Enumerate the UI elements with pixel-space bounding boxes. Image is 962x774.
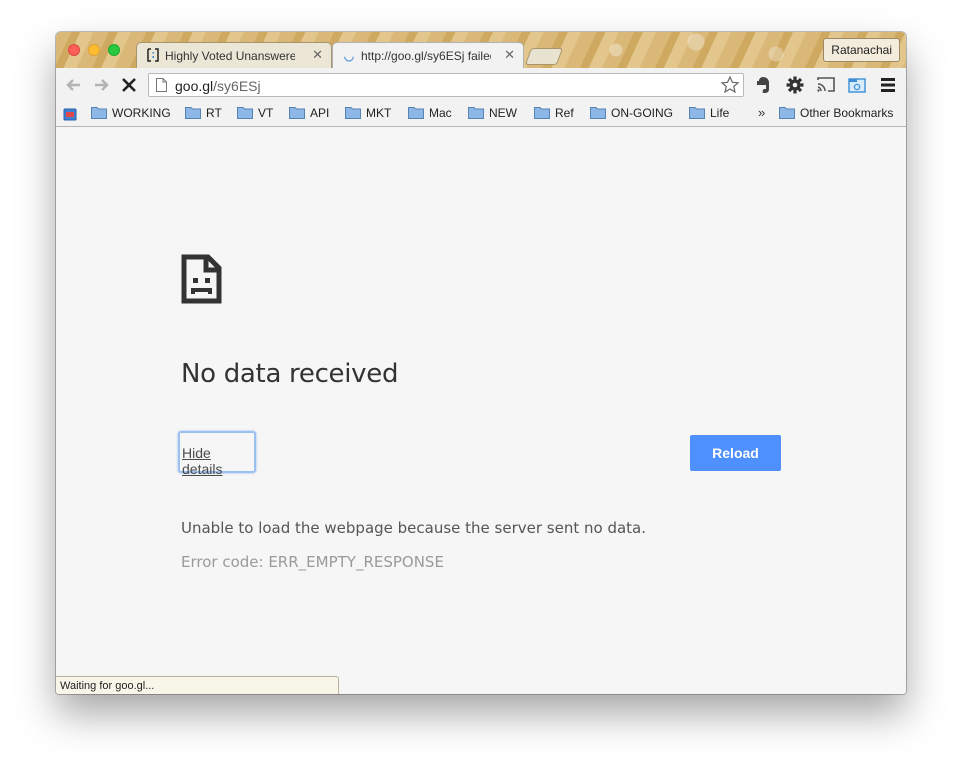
bookmark-folder-vt[interactable]: VT (237, 105, 273, 123)
bookmark-folder-mkt[interactable]: MKT (345, 105, 391, 123)
stop-loading-icon[interactable] (119, 75, 139, 95)
bookmark-folder-working[interactable]: WORKING (91, 105, 171, 123)
bookmark-folder-other[interactable]: Other Bookmarks (779, 105, 893, 123)
new-tab-button[interactable] (524, 48, 564, 65)
folder-icon (237, 107, 253, 120)
loading-spinner-icon (344, 56, 354, 62)
folder-icon (590, 107, 606, 120)
bookmark-folder-mac[interactable]: Mac (408, 105, 452, 123)
tab-title: Highly Voted Unanswered Q (165, 49, 295, 63)
tab-close-icon[interactable]: ✕ (504, 47, 515, 63)
error-description: Unable to load the webpage because the s… (181, 519, 646, 537)
folder-icon (779, 107, 795, 120)
error-code: Error code: ERR_EMPTY_RESPONSE (181, 553, 444, 571)
cast-icon[interactable] (816, 75, 836, 95)
folder-icon (468, 107, 484, 120)
reload-button[interactable]: Reload (690, 435, 781, 471)
screenshot-extension-icon[interactable] (847, 75, 867, 95)
tab-close-icon[interactable]: ✕ (312, 47, 323, 63)
url-text: goo.gl/sy6ESj (175, 78, 261, 94)
tab-title: http://goo.gl/sy6ESj failed (361, 49, 491, 63)
folder-icon (534, 107, 550, 120)
apps-bookmark-icon[interactable] (63, 107, 77, 121)
back-arrow-icon[interactable] (64, 75, 84, 95)
status-bubble: Waiting for goo.gl... (56, 676, 339, 694)
minimize-window-button[interactable] (88, 44, 100, 56)
bookmark-folder-life[interactable]: Life (689, 105, 729, 123)
folder-icon (689, 107, 705, 120)
forward-arrow-icon[interactable] (91, 75, 111, 95)
address-bar[interactable]: goo.gl/sy6ESj (148, 73, 744, 97)
zoom-window-button[interactable] (108, 44, 120, 56)
hide-details-label: Hide details (182, 445, 223, 477)
bookmark-folder-api[interactable]: API (289, 105, 329, 123)
bookmark-star-icon[interactable] (720, 75, 740, 95)
bookmarks-bar: WORKING RT VT API MKT Mac NEW Ref ON-GOI… (56, 102, 906, 127)
folder-icon (289, 107, 305, 120)
folder-icon (91, 107, 107, 120)
browser-window: Highly Voted Unanswered Q ✕ http://goo.g… (56, 32, 906, 694)
close-window-button[interactable] (68, 44, 80, 56)
bookmark-folder-ref[interactable]: Ref (534, 105, 574, 123)
menu-icon[interactable] (878, 75, 898, 95)
evernote-icon[interactable] (754, 75, 774, 95)
stackoverflow-icon (147, 48, 159, 62)
profile-button[interactable]: Ratanachai (823, 38, 900, 62)
bookmarks-overflow-chevron[interactable]: » (758, 105, 765, 120)
bookmark-folder-new[interactable]: NEW (468, 105, 517, 123)
sad-document-icon (181, 254, 222, 304)
tab-strip: Highly Voted Unanswered Q ✕ http://goo.g… (56, 32, 906, 69)
folder-icon (408, 107, 424, 120)
bookmark-folder-rt[interactable]: RT (185, 105, 222, 123)
folder-icon (185, 107, 201, 120)
error-title: No data received (181, 359, 399, 389)
gear-icon[interactable] (785, 75, 805, 95)
toolbar: goo.gl/sy6ESj (56, 68, 906, 102)
tab-goo-gl[interactable]: http://goo.gl/sy6ESj failed ✕ (332, 42, 524, 68)
tab-highly-voted[interactable]: Highly Voted Unanswered Q ✕ (136, 42, 332, 68)
bookmark-folder-on-going[interactable]: ON-GOING (590, 105, 673, 123)
folder-icon (345, 107, 361, 120)
error-page: No data received Hide details Reload Una… (56, 127, 906, 694)
page-icon (156, 78, 167, 92)
hide-details-button[interactable]: Hide details (178, 431, 256, 477)
